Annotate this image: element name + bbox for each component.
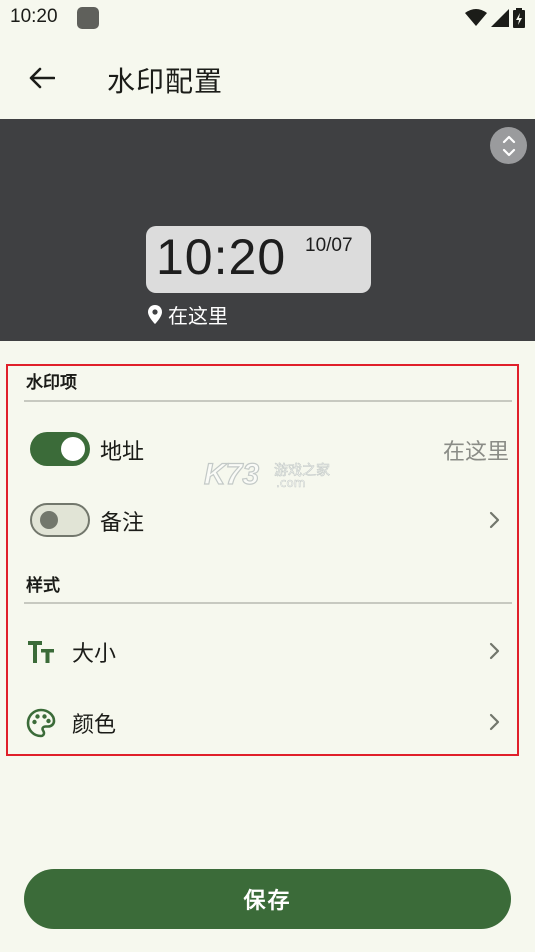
setting-row-color[interactable]: 颜色 <box>8 694 517 754</box>
watermark-date: 10/07 <box>305 235 353 256</box>
arrow-back-icon <box>29 67 55 89</box>
expand-collapse-button[interactable] <box>490 127 527 164</box>
status-bar: 10:20 <box>0 0 535 36</box>
status-icons <box>465 8 525 28</box>
watermark-location-text: 在这里 <box>168 304 228 328</box>
chevron-right-icon <box>489 511 500 529</box>
app-bar: 水印配置 <box>0 40 535 116</box>
chevron-right-icon <box>489 642 500 660</box>
address-toggle[interactable] <box>30 432 90 466</box>
unfold-icon <box>502 135 515 156</box>
save-button[interactable]: 保存 <box>24 869 511 929</box>
site-watermark-logo: K73 游戏之家 .com <box>203 457 334 494</box>
palette-icon <box>26 708 56 738</box>
note-label: 备注 <box>100 511 145 536</box>
note-toggle[interactable] <box>30 503 90 537</box>
toggle-knob <box>61 437 85 461</box>
size-label: 大小 <box>72 642 117 667</box>
toggle-knob <box>40 511 58 529</box>
setting-row-note[interactable]: 备注 <box>8 492 517 552</box>
text-size-icon <box>28 641 54 663</box>
address-label: 地址 <box>100 440 145 465</box>
settings-panel: 水印项 地址 在这里 备注 样式 大小 颜色 <box>6 364 519 756</box>
address-value: 在这里 <box>442 440 509 465</box>
setting-row-size[interactable]: 大小 <box>8 623 517 683</box>
page-title: 水印配置 <box>107 65 224 98</box>
wifi-icon <box>465 9 487 26</box>
status-time: 10:20 <box>10 6 58 27</box>
section-title-style: 样式 <box>26 576 60 596</box>
section-title-watermark-items: 水印项 <box>26 373 77 393</box>
watermark-time-card: 10:20 10/07 <box>146 226 371 293</box>
watermark-location: 在这里 <box>148 300 228 329</box>
back-button[interactable] <box>22 58 62 98</box>
chevron-right-icon <box>489 713 500 731</box>
notification-app-icon <box>77 7 99 29</box>
watermark-logo-text: K73 <box>203 457 260 491</box>
watermark-logo-domain: .com <box>276 476 306 491</box>
battery-icon <box>513 8 525 28</box>
watermark-time: 10:20 <box>156 229 287 285</box>
color-label: 颜色 <box>72 713 117 738</box>
divider <box>24 602 512 604</box>
signal-icon <box>491 9 509 27</box>
watermark-preview: 10:20 10/07 在这里 <box>0 119 535 341</box>
location-pin-icon <box>148 305 162 324</box>
divider <box>24 400 512 402</box>
